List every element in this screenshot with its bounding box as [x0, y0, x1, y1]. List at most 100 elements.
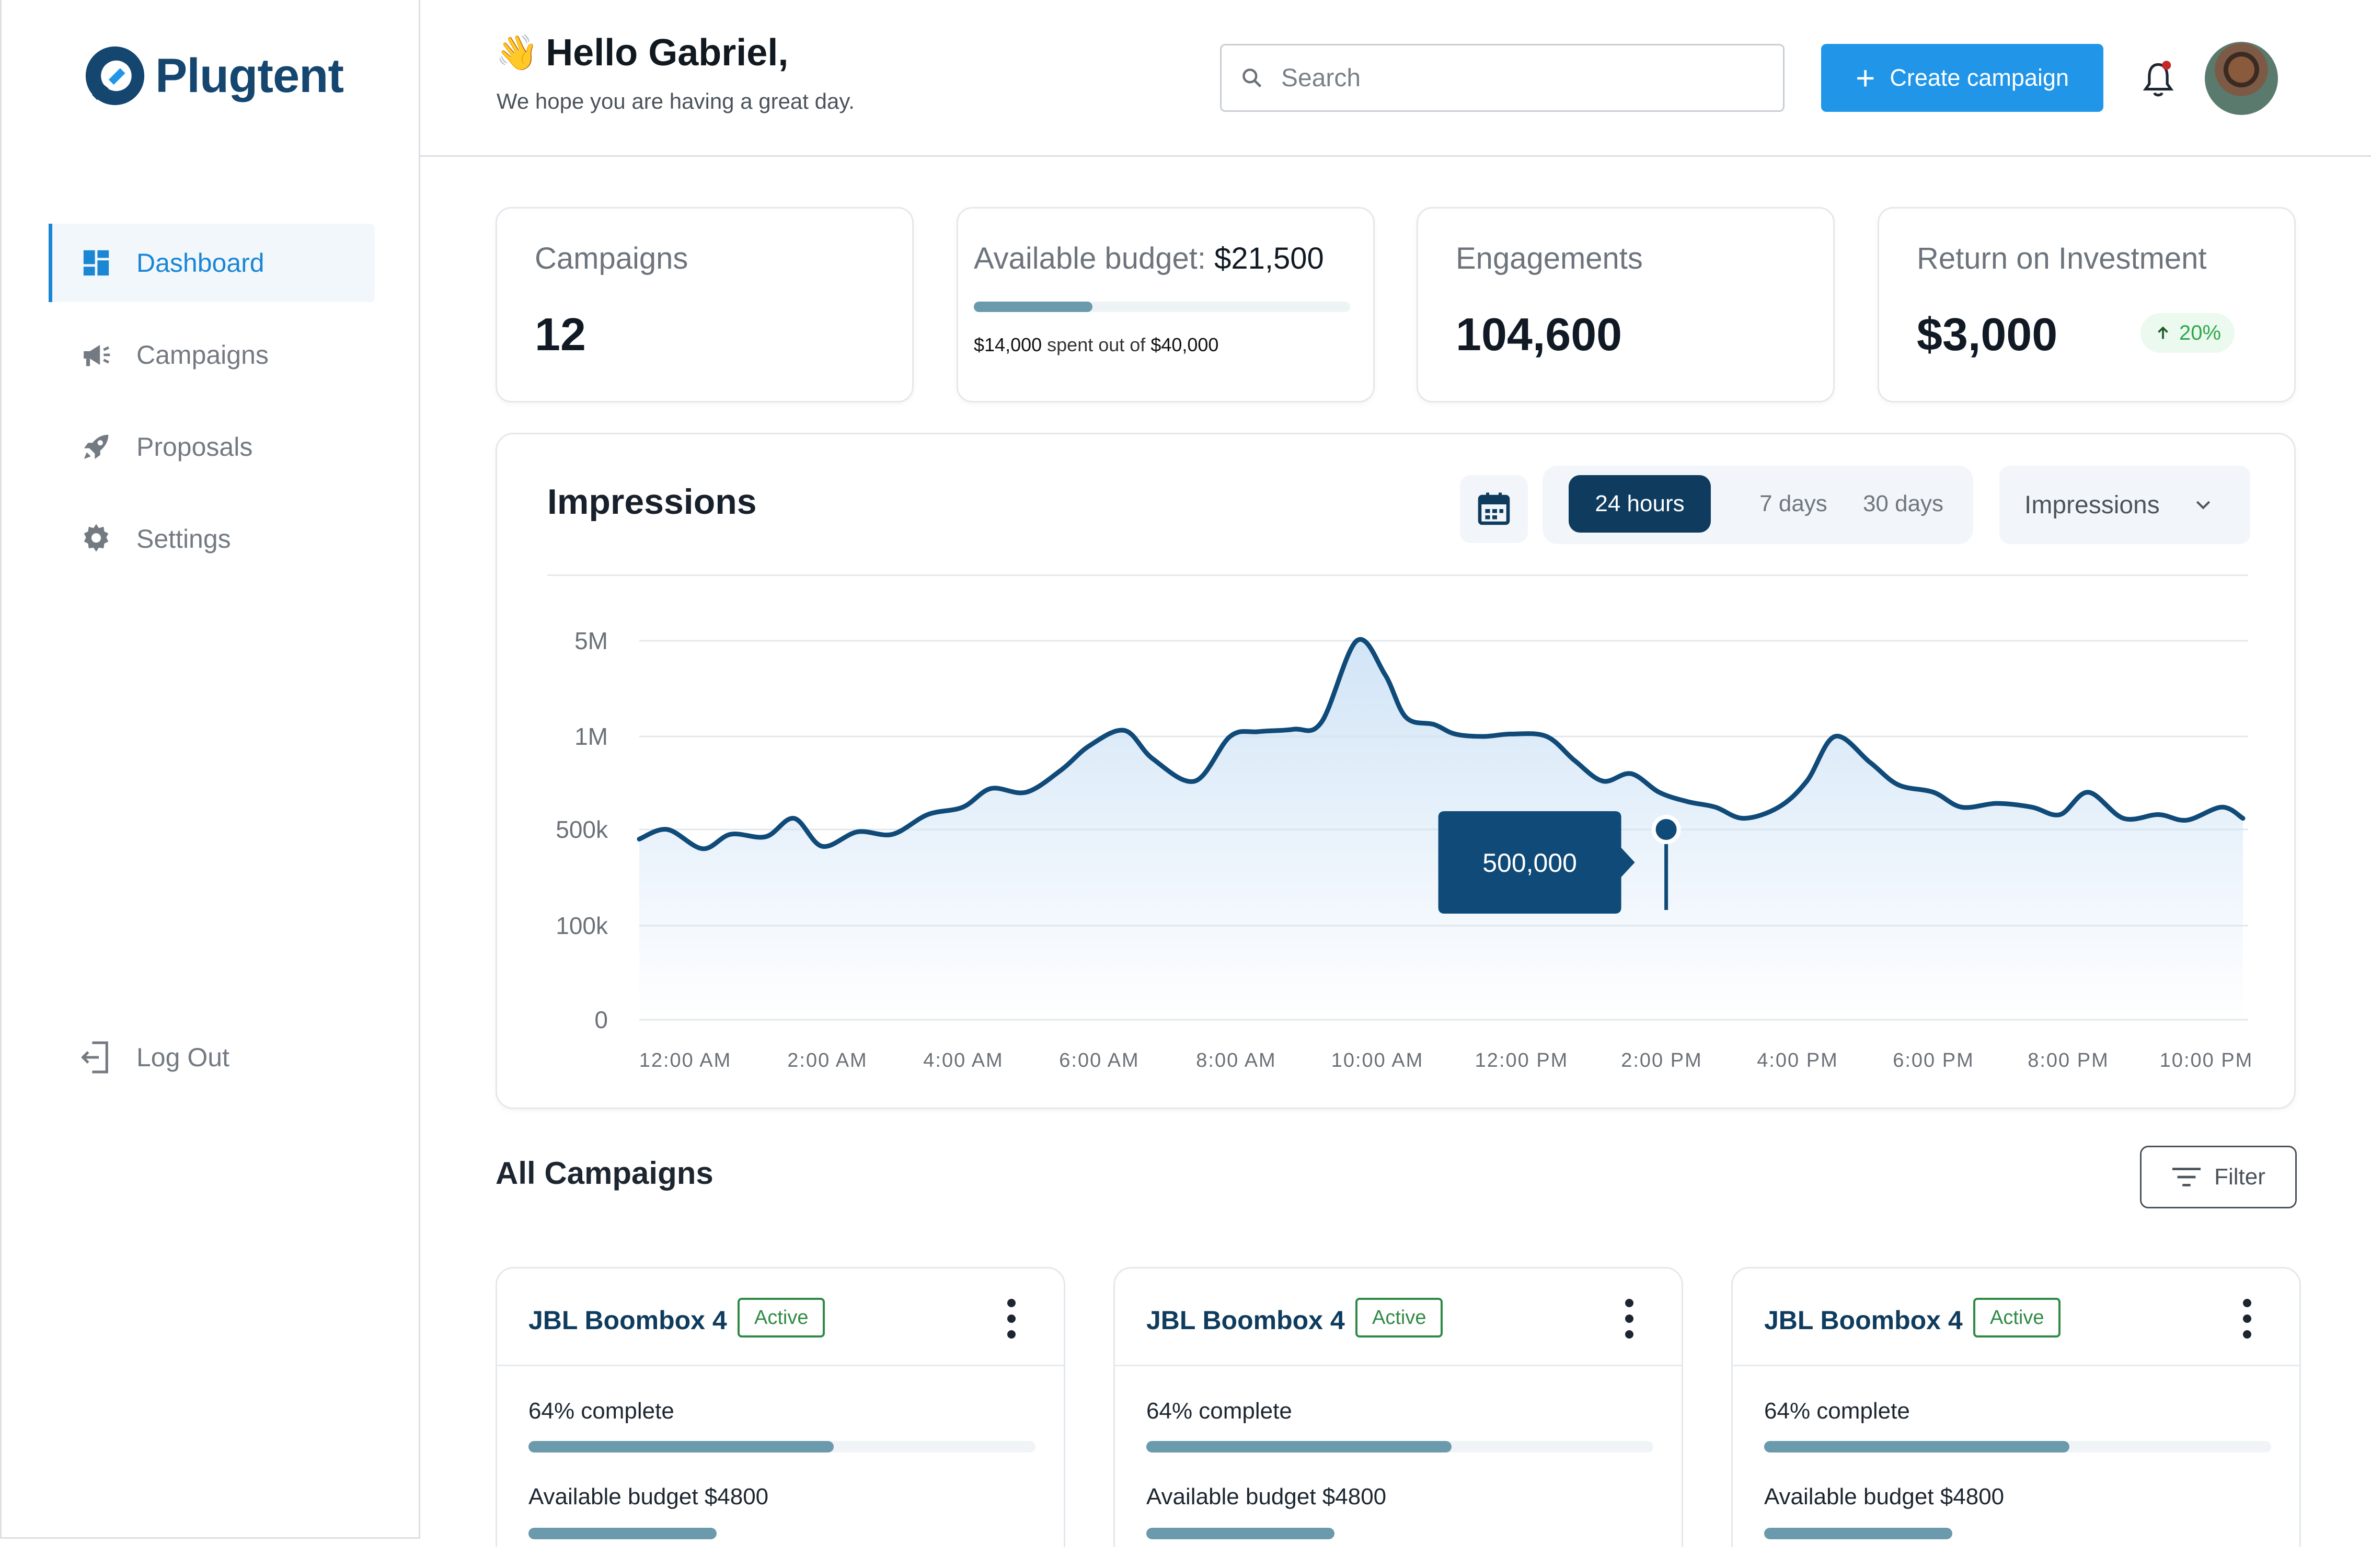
create-campaign-button[interactable]: + Create campaign: [1821, 44, 2103, 112]
stat-card-campaigns: Campaigns 12: [496, 207, 914, 402]
logout-label: Log Out: [136, 1043, 229, 1072]
stat-card-roi: Return on Investment $3,000 20%: [1878, 207, 2296, 402]
y-tick-label: 500k: [556, 816, 608, 843]
notification-bell-icon[interactable]: [2140, 59, 2177, 100]
arrow-up-icon: [2158, 326, 2168, 339]
campaign-progress-track: [528, 1441, 1035, 1452]
rocket-icon: [80, 431, 112, 463]
y-tick-label: 5M: [574, 627, 608, 654]
x-tick-label: 8:00 PM: [2028, 1050, 2109, 1071]
campaign-budget-bar: [528, 1528, 717, 1539]
more-options-icon[interactable]: [2242, 1297, 2252, 1341]
roi-change-badge: 20%: [2140, 313, 2235, 353]
stat-card-engagements: Engagements 104,600: [1417, 207, 1835, 402]
greeting-subtitle: We hope you are having a great day.: [497, 89, 855, 113]
campaign-progress-fill: [528, 1441, 834, 1452]
greeting-text: Hello Gabriel,: [546, 32, 789, 74]
megaphone-icon: [80, 339, 112, 371]
campaign-card[interactable]: JBL Boombox 4 Active 64% complete Availa…: [1113, 1267, 1683, 1568]
campaign-budget-label: Available budget $4800: [528, 1484, 769, 1509]
sidebar-item-label: Proposals: [136, 432, 253, 462]
budget-spent-text: spent out of: [1047, 334, 1146, 355]
budget-value: $21,500: [1214, 241, 1324, 275]
sidebar-item-dashboard[interactable]: Dashboard: [49, 224, 375, 302]
campaign-name: JBL Boombox 4: [528, 1306, 727, 1335]
x-tick-label: 4:00 AM: [923, 1050, 1003, 1071]
waving-hand-icon: 👋: [496, 33, 539, 72]
search-input[interactable]: [1281, 63, 1752, 93]
app-logo[interactable]: Plugtent: [83, 44, 344, 108]
x-tick-label: 4:00 PM: [1757, 1050, 1838, 1071]
search-icon: [1242, 68, 1262, 88]
stat-card-budget: Available budget: $21,500 $14,000 spent …: [957, 207, 1375, 402]
campaign-name: JBL Boombox 4: [1146, 1306, 1345, 1335]
x-tick-label: 10:00 PM: [2160, 1050, 2253, 1071]
campaign-budget-label: Available budget $4800: [1764, 1484, 2005, 1509]
campaign-progress-fill: [1764, 1441, 2069, 1452]
sidebar: Plugtent Dashboard Campaigns Proposals S…: [0, 0, 420, 1539]
sidebar-item-campaigns[interactable]: Campaigns: [49, 316, 375, 394]
all-campaigns-heading: All Campaigns: [496, 1156, 713, 1191]
campaign-card-divider: [1115, 1365, 1682, 1366]
top-header: 👋 Hello Gabriel, We hope you are having …: [420, 0, 2371, 157]
campaign-card[interactable]: JBL Boombox 4 Active 64% complete Availa…: [1731, 1267, 2301, 1568]
stat-label: Engagements: [1456, 241, 1643, 275]
x-tick-label: 10:00 AM: [1331, 1050, 1424, 1071]
logout-icon: [81, 1041, 108, 1074]
budget-label-text: Available budget:: [974, 241, 1206, 275]
status-badge: Active: [1355, 1298, 1443, 1338]
more-options-icon[interactable]: [1006, 1297, 1017, 1341]
logout-button[interactable]: Log Out: [80, 1040, 229, 1075]
x-tick-label: 12:00 PM: [1475, 1050, 1569, 1071]
x-tick-label: 8:00 AM: [1196, 1050, 1276, 1071]
campaign-budget-bar: [1764, 1528, 1952, 1539]
campaign-name: JBL Boombox 4: [1764, 1306, 1963, 1335]
campaign-progress-label: 64% complete: [1764, 1398, 1910, 1424]
x-tick-label: 12:00 AM: [639, 1050, 732, 1071]
stat-value: 104,600: [1456, 308, 1622, 360]
sidebar-nav: Dashboard Campaigns Proposals Settings: [49, 224, 375, 592]
impressions-chart-card: Impressions 24 hours 7 days 30 days Impr…: [496, 433, 2296, 1109]
y-tick-label: 100k: [556, 912, 608, 939]
budget-spent: $14,000: [974, 334, 1042, 355]
create-campaign-label: Create campaign: [1890, 64, 2069, 91]
budget-total: $40,000: [1150, 334, 1219, 355]
roi-change-value: 20%: [2179, 321, 2222, 344]
app-name: Plugtent: [155, 49, 344, 102]
campaign-progress-track: [1764, 1441, 2271, 1452]
x-tick-label: 6:00 AM: [1059, 1050, 1139, 1071]
dashboard-icon: [80, 247, 112, 279]
x-tick-label: 2:00 AM: [787, 1050, 867, 1071]
campaign-card-divider: [1733, 1365, 2299, 1366]
more-options-icon[interactable]: [1624, 1297, 1635, 1341]
sidebar-item-proposals[interactable]: Proposals: [49, 408, 375, 486]
budget-note: $14,000 spent out of $40,000: [974, 334, 1218, 356]
campaign-card[interactable]: JBL Boombox 4 Active 64% complete Availa…: [496, 1267, 1065, 1568]
sidebar-item-settings[interactable]: Settings: [49, 500, 375, 578]
plus-icon: +: [1855, 59, 1875, 97]
campaign-card-divider: [497, 1365, 1064, 1366]
chart-tooltip-value: 500,000: [1482, 848, 1577, 878]
stat-label: Campaigns: [535, 241, 688, 275]
highlight-point[interactable]: [1651, 815, 1681, 844]
sidebar-item-label: Settings: [136, 524, 231, 554]
greeting-heading: 👋 Hello Gabriel,: [496, 31, 788, 74]
stat-label: Available budget: $21,500: [974, 241, 1324, 276]
y-tick-label: 1M: [574, 723, 608, 750]
filter-button[interactable]: Filter: [2140, 1146, 2297, 1208]
sidebar-item-label: Dashboard: [136, 248, 264, 278]
campaign-progress-label: 64% complete: [528, 1398, 674, 1424]
plugtent-logo-icon: [85, 46, 145, 106]
campaign-progress-fill: [1146, 1441, 1452, 1452]
filter-icon: [2172, 1168, 2201, 1186]
user-avatar[interactable]: [2205, 42, 2278, 115]
search-box[interactable]: [1220, 44, 1785, 112]
status-badge: Active: [1973, 1298, 2061, 1338]
campaign-budget-bar: [1146, 1528, 1334, 1539]
sidebar-item-label: Campaigns: [136, 340, 269, 370]
campaign-progress-track: [1146, 1441, 1653, 1452]
gear-icon: [80, 523, 112, 555]
budget-progress-track: [974, 302, 1350, 312]
viewport-bottom-cutoff: [420, 1547, 2371, 1568]
impressions-chart[interactable]: 5M 1M 500k 100k 0 12:00 AM 2:00 AM 4:00 AM 6:00…: [497, 434, 2297, 1111]
